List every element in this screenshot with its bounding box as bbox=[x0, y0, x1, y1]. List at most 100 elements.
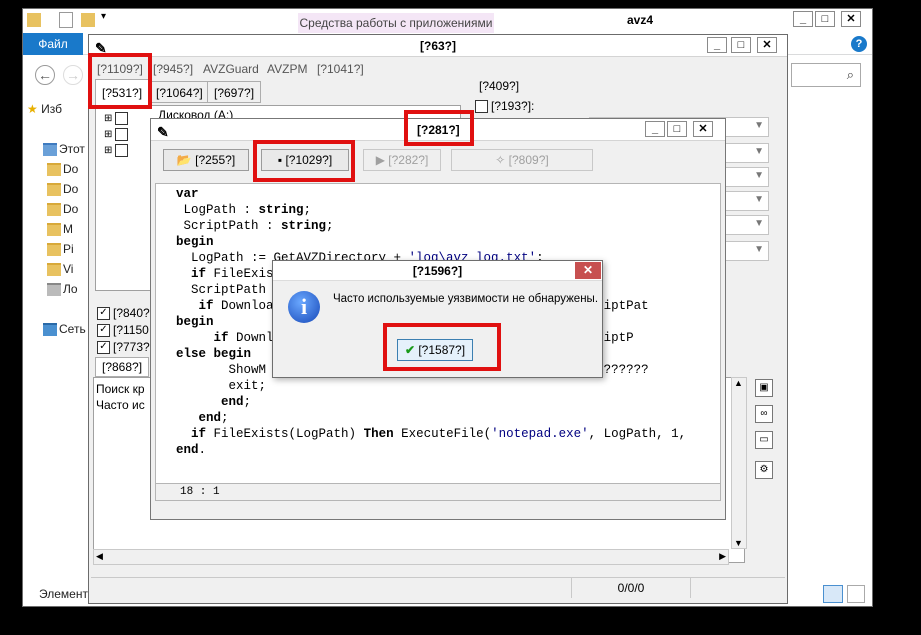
explorer-maximize-button[interactable]: □ bbox=[815, 11, 835, 27]
quick-access-toolbar: ▾ Средства работы с приложениями avz4 _ … bbox=[23, 9, 872, 33]
nav-item-folder[interactable]: Vi bbox=[47, 259, 73, 279]
dialog-close-button[interactable]: ✕ bbox=[575, 262, 601, 279]
tree-expander[interactable]: ⊞ bbox=[104, 112, 131, 125]
script-close-button[interactable]: ✕ bbox=[693, 121, 713, 137]
folder-icon bbox=[27, 13, 41, 27]
explorer-title: avz4 bbox=[627, 13, 654, 27]
large-icons-view-icon[interactable] bbox=[847, 585, 865, 603]
nav-item-drive[interactable]: Ло bbox=[47, 279, 78, 299]
highlight-box bbox=[88, 53, 152, 109]
computer-icon bbox=[43, 143, 57, 157]
explorer-status-text: Элемент bbox=[39, 587, 88, 601]
details-view-icon[interactable] bbox=[823, 585, 843, 603]
menu-avzguard[interactable]: AVZGuard bbox=[203, 61, 259, 77]
avz-maximize-button[interactable]: □ bbox=[731, 37, 751, 53]
check-option-2[interactable]: ✓ [?1150 bbox=[97, 322, 150, 339]
scroll-left-icon[interactable]: ◀ bbox=[96, 551, 103, 562]
avz-status-bar: 0/0/0 bbox=[91, 577, 785, 599]
run-script-button[interactable]: ▶ [?282?] bbox=[363, 149, 441, 171]
explorer-close-button[interactable]: ✕ bbox=[841, 11, 861, 27]
nav-item-this-pc[interactable]: Этот bbox=[43, 139, 85, 159]
log-horizontal-scrollbar[interactable]: ◀ ▶ bbox=[93, 549, 729, 565]
open-script-button[interactable]: 📂 [?255?] bbox=[163, 149, 249, 171]
tree-expander[interactable]: ⊞ bbox=[104, 144, 131, 157]
nav-item-folder[interactable]: Pi bbox=[47, 239, 74, 259]
scroll-up-icon[interactable]: ▲ bbox=[734, 378, 743, 388]
search-icon: ⌕ bbox=[846, 67, 854, 82]
dialog-title: [?1596?] bbox=[273, 261, 602, 281]
avz-title: [?63?] bbox=[420, 39, 456, 53]
folder-icon bbox=[47, 223, 61, 237]
folder-icon bbox=[47, 183, 61, 197]
check-option-3[interactable]: ✓ [?773? bbox=[97, 339, 150, 356]
new-folder-icon[interactable] bbox=[81, 13, 95, 27]
avz-minimize-button[interactable]: _ bbox=[707, 37, 727, 53]
play-icon: ▶ bbox=[375, 153, 385, 167]
drive-icon bbox=[47, 283, 61, 297]
log-line: Поиск кр bbox=[96, 382, 145, 396]
menu-help[interactable]: [?1041?] bbox=[317, 61, 364, 77]
star-icon: ★ bbox=[27, 102, 38, 116]
chevron-down-icon: ▼ bbox=[754, 170, 764, 181]
chevron-down-icon: ▼ bbox=[754, 218, 764, 229]
qat-dropdown-icon[interactable]: ▾ bbox=[101, 11, 106, 22]
scroll-down-icon[interactable]: ▼ bbox=[734, 538, 743, 548]
chevron-down-icon: ▼ bbox=[754, 244, 764, 255]
nav-item-favorites[interactable]: ★ Изб bbox=[27, 99, 62, 119]
properties-icon[interactable] bbox=[59, 12, 73, 28]
menu-avzpm[interactable]: AVZPM bbox=[267, 61, 307, 77]
avz-titlebar: ✎ [?63?] _ □ ✕ bbox=[89, 35, 787, 57]
folder-icon bbox=[47, 163, 61, 177]
context-tab-title: Средства работы с приложениями bbox=[298, 13, 494, 33]
file-tab[interactable]: Файл bbox=[23, 33, 83, 55]
chevron-down-icon: ▼ bbox=[754, 146, 764, 157]
nav-item-folder[interactable]: M bbox=[47, 219, 73, 239]
glasses-icon[interactable]: ∞ bbox=[755, 405, 773, 423]
script-app-icon: ✎ bbox=[157, 124, 169, 140]
help-icon[interactable]: ? bbox=[851, 36, 867, 52]
scroll-right-icon[interactable]: ▶ bbox=[719, 551, 726, 562]
avz-close-button[interactable]: ✕ bbox=[757, 37, 777, 53]
explorer-minimize-button[interactable]: _ bbox=[793, 11, 813, 27]
check-syntax-button[interactable]: ✧ [?809?] bbox=[451, 149, 593, 171]
search-input[interactable]: ⌕ bbox=[791, 63, 861, 87]
right-checkbox[interactable]: [?193?]: bbox=[475, 99, 534, 114]
back-icon[interactable]: ← bbox=[35, 65, 55, 85]
log-vertical-scrollbar[interactable]: ▲ ▼ bbox=[731, 377, 747, 549]
nav-item-network[interactable]: Сеть bbox=[43, 319, 86, 339]
tree-expander[interactable]: ⊞ bbox=[104, 128, 131, 141]
settings-icon[interactable]: ⚙ bbox=[755, 461, 773, 479]
highlight-box bbox=[383, 323, 501, 371]
script-maximize-button[interactable]: □ bbox=[667, 121, 687, 137]
tab-search-params[interactable]: [?697?] bbox=[207, 81, 262, 103]
new-document-icon[interactable]: ▭ bbox=[755, 431, 773, 449]
right-group-label: [?409?] bbox=[479, 79, 520, 93]
forward-icon[interactable]: → bbox=[63, 65, 83, 85]
checks-group: ✓ [?840? ✓ [?1150 ✓ [?773? bbox=[97, 305, 150, 356]
chevron-down-icon: ▼ bbox=[754, 194, 764, 205]
highlight-box bbox=[404, 110, 474, 146]
save-log-icon[interactable]: ▣ bbox=[755, 379, 773, 397]
folder-icon bbox=[47, 203, 61, 217]
info-icon: i bbox=[288, 291, 320, 323]
check-icon: ✧ bbox=[495, 153, 506, 167]
highlight-box bbox=[253, 140, 355, 182]
dialog-message: Часто используемые уязвимости не обнаруж… bbox=[333, 293, 599, 305]
nav-item-folder[interactable]: Do bbox=[47, 159, 78, 179]
nav-item-folder[interactable]: Do bbox=[47, 179, 78, 199]
cursor-position: 18 : 1 bbox=[155, 483, 721, 501]
folder-icon bbox=[47, 243, 61, 257]
chevron-down-icon: ▼ bbox=[754, 120, 764, 131]
tab-log[interactable]: [?868?] bbox=[95, 357, 150, 377]
status-counter: 0/0/0 bbox=[571, 578, 691, 598]
navigation-pane: ★ Изб Этот Do Do Do M Pi Vi Ло Сеть bbox=[23, 99, 91, 589]
script-minimize-button[interactable]: _ bbox=[645, 121, 665, 137]
folder-icon bbox=[47, 263, 61, 277]
tab-file-types[interactable]: [?1064?] bbox=[149, 81, 210, 103]
menu-service[interactable]: [?945?] bbox=[153, 61, 193, 77]
network-icon bbox=[43, 323, 57, 337]
nav-item-folder[interactable]: Do bbox=[47, 199, 78, 219]
check-option-1[interactable]: ✓ [?840? bbox=[97, 305, 150, 322]
log-line: Часто ис bbox=[96, 398, 145, 412]
folder-open-icon: 📂 bbox=[176, 153, 192, 167]
